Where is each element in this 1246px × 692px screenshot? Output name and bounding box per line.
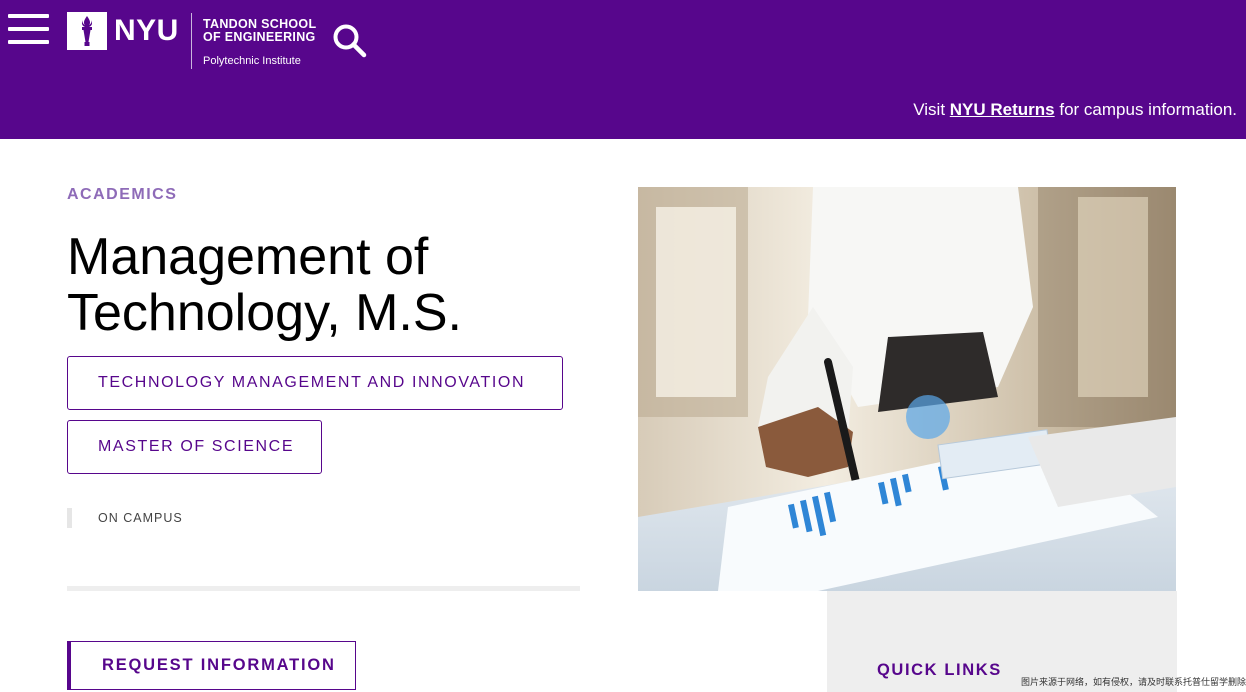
campus-notice: Visit NYU Returns for campus information… [913,100,1237,120]
quick-links-title[interactable]: QUICK LINKS [877,661,1002,680]
section-eyebrow[interactable]: ACADEMICS [67,186,177,204]
nyu-returns-link[interactable]: NYU Returns [950,100,1055,119]
notice-prefix: Visit [913,100,950,119]
nyu-tandon-logo[interactable]: NYU TANDON SCHOOL OF ENGINEERING Polytec… [67,11,323,71]
search-icon[interactable] [332,22,368,58]
hero-image [638,187,1176,591]
request-information-button[interactable]: REQUEST INFORMATION [67,641,356,690]
logo-school-name: TANDON SCHOOL OF ENGINEERING [203,18,316,44]
notice-suffix: for campus information. [1054,100,1237,119]
logo-school-line2: OF ENGINEERING [203,30,316,44]
department-tag-button[interactable]: TECHNOLOGY MANAGEMENT AND INNOVATION [67,356,563,410]
logo-subtitle: Polytechnic Institute [203,55,301,67]
page-title-line2: Technology, M.S. [67,284,463,342]
hamburger-menu-icon[interactable] [8,14,50,46]
page-title: Management of Technology, M.S. [67,229,587,341]
degree-tag-button[interactable]: MASTER OF SCIENCE [67,420,322,474]
logo-wordmark: NYU [114,14,179,47]
section-divider [67,586,580,591]
image-watermark: 图片来源于网络，如有侵权，请及时联系托普仕留学删除 [1020,678,1246,688]
nyu-torch-logo-icon [67,12,107,50]
logo-divider [191,13,192,69]
page-title-line1: Management of [67,228,429,286]
logo-school-line1: TANDON SCHOOL [203,17,317,31]
site-header: NYU TANDON SCHOOL OF ENGINEERING Polytec… [0,0,1246,139]
delivery-mode-label: ON CAMPUS [67,508,183,528]
